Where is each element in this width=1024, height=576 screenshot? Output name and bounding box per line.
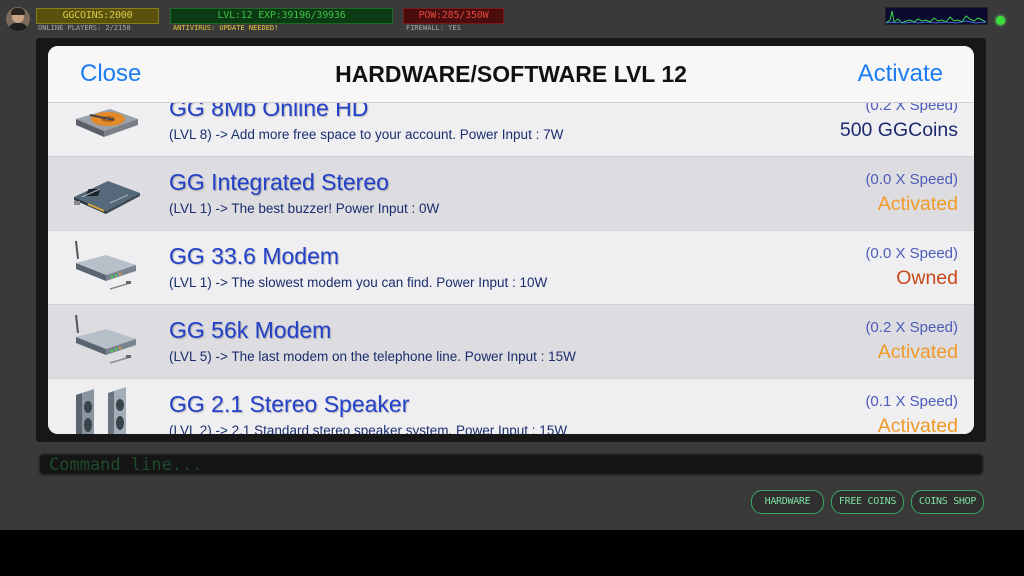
item-name: GG 2.1 Stereo Speaker: [169, 391, 410, 417]
coins-shop-button[interactable]: COINS SHOP: [911, 490, 984, 514]
item-name: GG 8Mb Online HD: [169, 103, 369, 121]
speaker-icon: [76, 387, 126, 434]
antivirus-status: ANTIVIRUS: UPDATE NEEDED!: [173, 24, 279, 32]
item-price: 500 GGCoins: [839, 119, 958, 141]
item-status-activated: Activated: [877, 341, 958, 363]
modem-icon: [75, 314, 136, 364]
coins-counter: GGCOINS:2000: [36, 8, 159, 24]
list-item[interactable]: GG 2.1 Stereo Speaker (LVL 2) -> 2.1 Sta…: [48, 379, 974, 434]
item-description: (LVL 5) -> The last modem on the telepho…: [169, 349, 576, 364]
item-status-activated: Activated: [877, 415, 958, 434]
item-name: GG Integrated Stereo: [169, 169, 389, 195]
command-line-input[interactable]: Command line...: [38, 453, 984, 476]
modal-title: HARDWARE/SOFTWARE LVL 12: [335, 61, 687, 87]
modem-icon: [75, 240, 136, 290]
item-speed: (0.0 X Speed): [865, 171, 958, 188]
item-name: GG 56k Modem: [169, 317, 332, 343]
firewall-status: FIREWALL: YES: [406, 24, 461, 32]
item-description: (LVL 2) -> 2.1 Standard stereo speaker s…: [169, 423, 568, 434]
item-speed: (0.2 X Speed): [865, 103, 958, 114]
connection-status-led: [996, 16, 1005, 25]
free-coins-button[interactable]: FREE COINS: [831, 490, 904, 514]
modal-header: Close HARDWARE/SOFTWARE LVL 12 Activate: [48, 46, 974, 103]
hardware-list[interactable]: GG 8Mb Online HD (LVL 8) -> Add more fre…: [48, 103, 974, 434]
list-item[interactable]: GG 8Mb Online HD (LVL 8) -> Add more fre…: [48, 103, 974, 157]
level-exp-bar: LVL:12 EXP:39196/39936: [170, 8, 393, 24]
item-description: (LVL 1) -> The slowest modem you can fin…: [169, 275, 548, 290]
hardware-button[interactable]: HARDWARE: [751, 490, 824, 514]
item-speed: (0.0 X Speed): [865, 245, 958, 262]
network-activity-graph: [885, 7, 988, 25]
item-description: (LVL 8) -> Add more free space to your a…: [169, 127, 564, 142]
item-speed: (0.2 X Speed): [865, 319, 958, 336]
item-name: GG 33.6 Modem: [169, 243, 340, 269]
player-avatar[interactable]: [6, 7, 30, 31]
hardware-modal: Close HARDWARE/SOFTWARE LVL 12 Activate …: [48, 46, 974, 434]
item-speed: (0.1 X Speed): [865, 393, 958, 410]
item-description: (LVL 1) -> The best buzzer! Power Input …: [169, 201, 440, 216]
hard-drive-icon: [76, 109, 138, 137]
activate-button[interactable]: Activate: [858, 60, 943, 88]
online-players-text: ONLINE PLAYERS: 2/2158: [38, 24, 131, 32]
sound-card-icon: [74, 181, 140, 214]
list-item[interactable]: GG 33.6 Modem (LVL 1) -> The slowest mod…: [48, 231, 974, 305]
power-meter: POW:285/350W: [403, 8, 504, 24]
list-item[interactable]: GG 56k Modem (LVL 5) -> The last modem o…: [48, 305, 974, 379]
list-item[interactable]: GG Integrated Stereo (LVL 1) -> The best…: [48, 157, 974, 231]
item-status-owned: Owned: [896, 267, 958, 289]
item-status-activated: Activated: [877, 193, 958, 215]
